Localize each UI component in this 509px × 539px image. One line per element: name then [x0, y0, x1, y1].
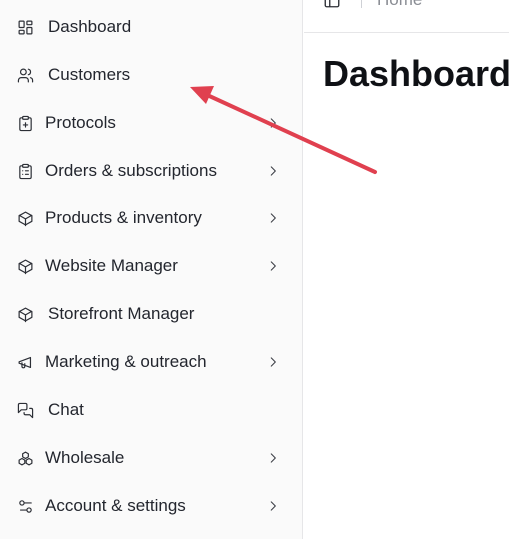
sidebar-item-label: Chat: [48, 400, 84, 419]
sidebar-item-customers[interactable]: Customers: [0, 55, 303, 95]
page-title: Dashboard: [323, 53, 509, 94]
breadcrumb[interactable]: Home: [377, 0, 422, 10]
megaphone-icon: [17, 354, 34, 371]
clipboard-list-icon: [17, 163, 34, 180]
sliders-icon: [17, 498, 34, 515]
chevron-right-icon[interactable]: [266, 211, 280, 225]
chevron-right-icon[interactable]: [266, 164, 280, 178]
sidebar-item-products-inventory[interactable]: Products & inventory: [0, 198, 303, 238]
sidebar-toggle-icon[interactable]: [323, 0, 341, 9]
chat-icon: [17, 402, 34, 419]
sidebar-item-label: Products & inventory: [45, 208, 202, 227]
sidebar-item-label: Wholesale: [45, 448, 125, 467]
main-content: Home Dashboard: [304, 0, 509, 539]
sidebar-item-label: Website Manager: [45, 256, 178, 275]
sidebar-item-label: Marketing & outreach: [45, 352, 207, 371]
sidebar-item-label: Storefront Manager: [48, 304, 195, 323]
sidebar-item-account-settings[interactable]: Account & settings: [0, 486, 303, 526]
boxes-icon: [17, 450, 34, 467]
sidebar-item-orders-subscriptions[interactable]: Orders & subscriptions: [0, 151, 303, 191]
sidebar-item-website-manager[interactable]: Website Manager: [0, 246, 303, 286]
sidebar-item-storefront-manager[interactable]: Storefront Manager: [0, 294, 303, 334]
chevron-right-icon[interactable]: [266, 355, 280, 369]
chevron-right-icon[interactable]: [266, 259, 280, 273]
sidebar-item-label: Orders & subscriptions: [45, 161, 217, 180]
dashboard-icon: [17, 19, 34, 36]
users-icon: [17, 67, 34, 84]
sidebar-item-dashboard[interactable]: Dashboard: [0, 7, 303, 47]
sidebar-item-protocols[interactable]: Protocols: [0, 103, 303, 143]
box-icon: [17, 210, 34, 227]
divider: [361, 0, 362, 8]
chevron-right-icon[interactable]: [266, 116, 280, 130]
chevron-right-icon[interactable]: [266, 499, 280, 513]
sidebar-item-label: Customers: [48, 65, 131, 84]
sidebar-item-marketing-outreach[interactable]: Marketing & outreach: [0, 342, 303, 382]
sidebar-item-label: Dashboard: [48, 17, 132, 36]
sidebar-item-wholesale[interactable]: Wholesale: [0, 438, 303, 478]
sidebar-item-label: Protocols: [45, 113, 116, 132]
top-bar: Home: [304, 0, 509, 33]
box-icon: [17, 258, 34, 275]
sidebar: Dashboard Customers Protocols Orders & s…: [0, 0, 303, 539]
sidebar-item-chat[interactable]: Chat: [0, 390, 303, 430]
clipboard-plus-icon: [17, 115, 34, 132]
chevron-right-icon[interactable]: [266, 451, 280, 465]
sidebar-item-label: Account & settings: [45, 496, 186, 515]
box-icon: [17, 306, 34, 323]
